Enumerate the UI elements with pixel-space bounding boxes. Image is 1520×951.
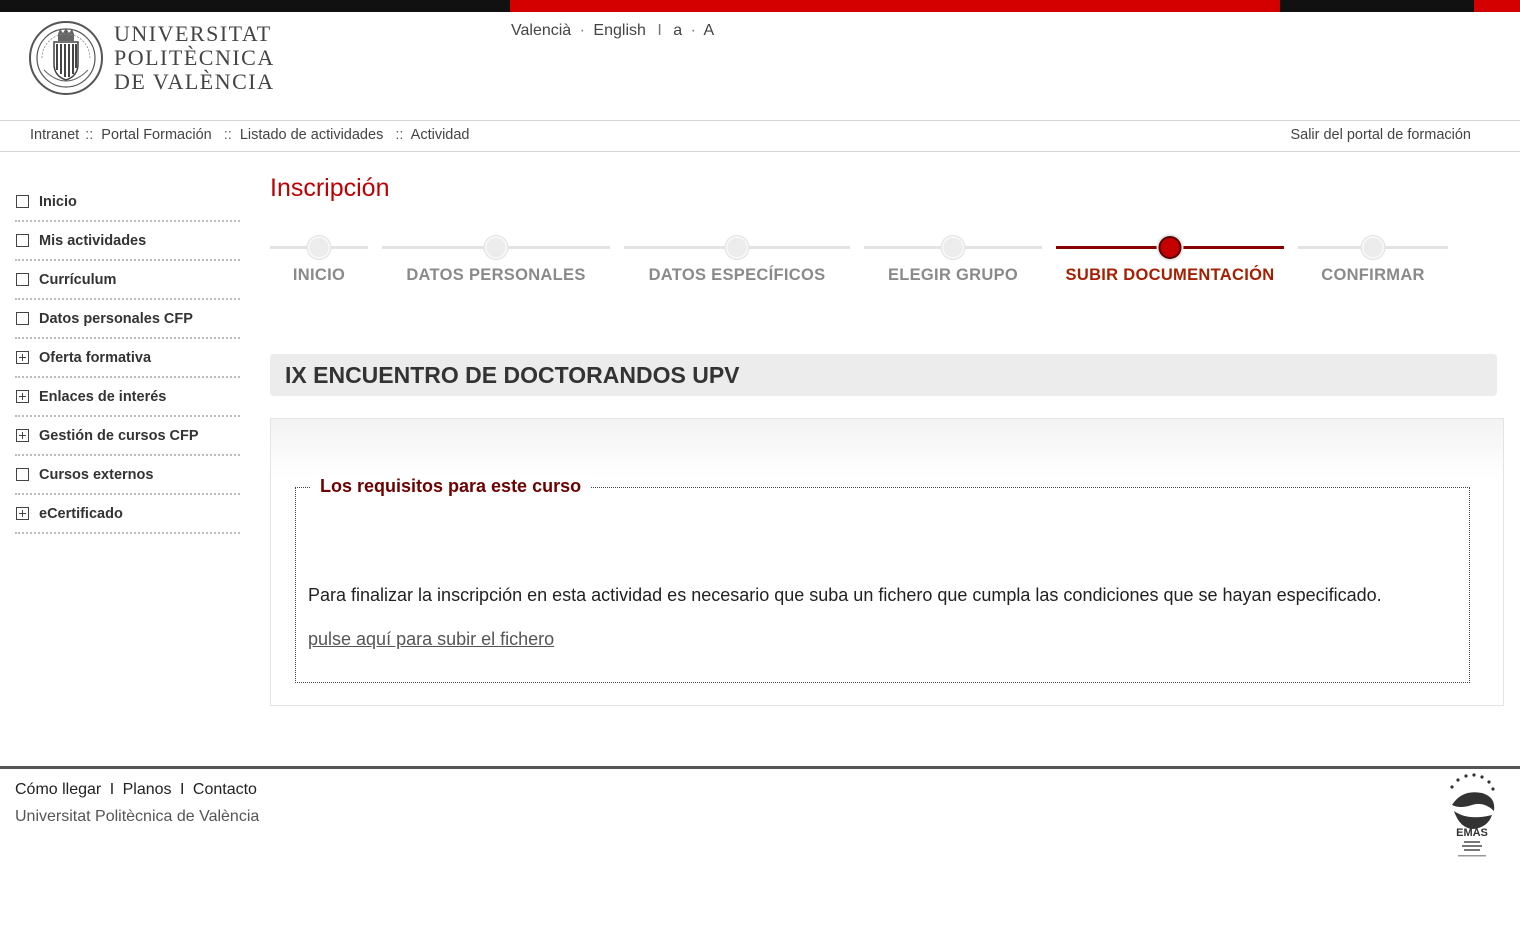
sidebar-item-inicio[interactable]: Inicio <box>15 183 240 222</box>
logo-wordmark: UNIVERSITAT POLITÈCNICA DE VALÈNCIA <box>114 22 275 94</box>
requirements-legend: Los requisitos para este curso <box>310 476 592 497</box>
footer-links: Cómo llegar I Planos I Contacto <box>15 781 257 799</box>
sidebar-item-label: Currículum <box>39 271 117 288</box>
sidebar-item-enlaces-interes[interactable]: Enlaces de interés <box>15 378 240 417</box>
step-dot-icon <box>941 236 965 259</box>
emas-logo-icon: EMAS <box>1450 773 1495 857</box>
upload-file-link[interactable]: pulse aquí para subir el fichero <box>308 629 554 650</box>
plus-square-icon <box>16 429 29 442</box>
sidebar-item-mis-actividades[interactable]: Mis actividades <box>15 222 240 261</box>
plus-square-icon <box>16 507 29 520</box>
square-icon <box>16 312 29 325</box>
header: UNIVERSITAT POLITÈCNICA DE VALÈNCIA Vale… <box>0 12 1520 120</box>
sidebar-item-label: Oferta formativa <box>39 349 152 366</box>
lang-separator: · <box>579 22 585 39</box>
breadcrumb-listado-actividades[interactable]: Listado de actividades <box>240 127 384 143</box>
footer-link-separator: I <box>109 781 115 798</box>
square-icon <box>16 273 29 286</box>
emas-label: EMAS <box>1456 827 1488 839</box>
step-dot-icon <box>307 236 331 259</box>
sidebar-item-label: Cursos externos <box>39 466 154 483</box>
step-subir-documentacion: SUBIR DOCUMENTACIÓN <box>1056 234 1284 294</box>
footer-link-como-llegar[interactable]: Cómo llegar <box>15 781 101 798</box>
breadcrumb-intranet[interactable]: Intranet <box>30 127 79 143</box>
sidebar-item-label: Gestión de cursos CFP <box>39 427 199 444</box>
breadcrumb-separator: :: <box>395 127 404 143</box>
sidebar-item-cursos-externos[interactable]: Cursos externos <box>15 456 240 495</box>
font-larger-link[interactable]: A <box>704 22 715 39</box>
step-dot-icon <box>484 236 508 259</box>
course-title: IX ENCUENTRO DE DOCTORANDOS UPV <box>285 362 740 388</box>
course-header: IX ENCUENTRO DE DOCTORANDOS UPV <box>270 354 1497 396</box>
step-label: INICIO <box>292 266 346 284</box>
logo-line-3: DE VALÈNCIA <box>114 69 275 94</box>
requirements-panel: Los requisitos para este curso Para fina… <box>270 418 1504 706</box>
step-dot-icon <box>1361 236 1385 259</box>
lang-pipe: I <box>657 22 662 39</box>
sidebar-item-datos-personales-cfp[interactable]: Datos personales CFP <box>15 300 240 339</box>
footer-university-name: Universitat Politècnica de València <box>15 808 260 825</box>
requirements-text: Para finalizar la inscripción en esta ac… <box>308 585 1382 605</box>
font-separator: · <box>690 22 696 39</box>
sidebar-menu: Inicio Mis actividades Currículum Datos … <box>15 183 240 534</box>
square-icon <box>16 195 29 208</box>
breadcrumb-bar: Intranet :: Portal Formación :: Listado … <box>0 120 1520 152</box>
step-label: DATOS PERSONALES <box>406 266 586 284</box>
step-datos-especificos: DATOS ESPECÍFICOS <box>624 234 850 294</box>
sidebar-item-label: Enlaces de interés <box>39 388 167 405</box>
plus-square-icon <box>16 351 29 364</box>
square-icon <box>16 468 29 481</box>
footer: Cómo llegar I Planos I Contacto Universi… <box>0 766 1520 951</box>
footer-link-separator: I <box>180 781 185 798</box>
breadcrumb-actividad[interactable]: Actividad <box>411 127 470 143</box>
logo-line-2: POLITÈCNICA <box>114 45 275 70</box>
upv-logo[interactable]: UNIVERSITAT POLITÈCNICA DE VALÈNCIA <box>28 20 275 96</box>
step-confirmar: CONFIRMAR <box>1298 234 1448 294</box>
sidebar-item-label: Inicio <box>39 193 77 210</box>
breadcrumb: Intranet :: Portal Formación :: Listado … <box>30 127 470 143</box>
step-label: ELEGIR GRUPO <box>887 266 1019 284</box>
plus-square-icon <box>16 390 29 403</box>
font-smaller-link[interactable]: a <box>673 22 682 39</box>
step-dot-active-icon <box>1158 236 1182 259</box>
lang-valencia-link[interactable]: Valencià <box>511 22 571 39</box>
university-seal-icon <box>29 21 103 95</box>
breadcrumb-separator: :: <box>85 127 94 143</box>
sidebar-item-curriculum[interactable]: Currículum <box>15 261 240 300</box>
logout-link[interactable]: Salir del portal de formación <box>1290 127 1471 143</box>
step-label: CONFIRMAR <box>1321 266 1425 284</box>
top-color-strip <box>0 0 1520 12</box>
page-title: Inscripción <box>270 174 390 202</box>
logo-line-1: UNIVERSITAT <box>114 21 272 46</box>
step-label: SUBIR DOCUMENTACIÓN <box>1065 266 1275 284</box>
sidebar-item-gestion-cursos-cfp[interactable]: Gestión de cursos CFP <box>15 417 240 456</box>
sidebar-item-label: eCertificado <box>39 505 123 522</box>
sidebar-item-oferta-formativa[interactable]: Oferta formativa <box>15 339 240 378</box>
language-selector: Valencià · English I a · A <box>511 22 714 40</box>
step-dot-icon <box>725 236 749 259</box>
step-label: DATOS ESPECÍFICOS <box>648 266 826 284</box>
wizard-steps: INICIO DATOS PERSONALES DATOS ESPECÍFICO… <box>270 234 1450 294</box>
footer-link-planos[interactable]: Planos <box>123 781 172 798</box>
breadcrumb-portal-formacion[interactable]: Portal Formación <box>101 127 211 143</box>
step-elegir-grupo: ELEGIR GRUPO <box>864 234 1042 294</box>
sidebar-item-label: Datos personales CFP <box>39 310 193 327</box>
lang-english-link[interactable]: English <box>593 22 645 39</box>
sidebar-item-ecertificado[interactable]: eCertificado <box>15 495 240 534</box>
step-datos-personales: DATOS PERSONALES <box>382 234 610 294</box>
sidebar-item-label: Mis actividades <box>39 232 147 249</box>
breadcrumb-separator: :: <box>223 127 232 143</box>
step-inicio: INICIO <box>270 234 368 294</box>
square-icon <box>16 234 29 247</box>
footer-link-contacto[interactable]: Contacto <box>193 781 257 798</box>
requirements-fieldset: Los requisitos para este curso Para fina… <box>295 476 1470 683</box>
